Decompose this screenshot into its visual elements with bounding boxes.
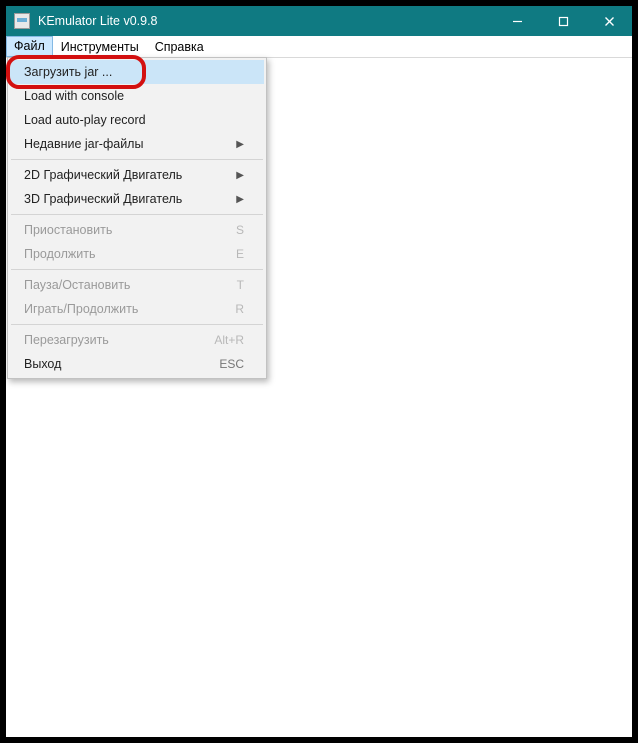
menu-reload: Перезагрузить Alt+R [10,328,264,352]
minimize-button[interactable] [494,6,540,36]
menu-recent-jars[interactable]: Недавние jar-файлы ▶ [10,132,264,156]
window-buttons [494,6,632,36]
menu-exit[interactable]: Выход ESC [10,352,264,376]
menu-shortcut: T [237,278,244,292]
file-dropdown: Загрузить jar ... Load with console Load… [7,57,267,379]
chevron-right-icon: ▶ [236,139,244,150]
app-window: KEmulator Lite v0.9.8 Файл Инструменты С… [0,0,638,743]
menu-shortcut: Alt+R [214,333,244,347]
menu-item-label: 2D Графический Двигатель [24,168,182,182]
window-title: KEmulator Lite v0.9.8 [38,14,494,28]
menu-separator [11,324,263,325]
menu-item-label: Играть/Продолжить [24,302,138,316]
menu-item-label: Пауза/Остановить [24,278,130,292]
chevron-right-icon: ▶ [236,170,244,181]
menu-engine-2d[interactable]: 2D Графический Двигатель ▶ [10,163,264,187]
chevron-right-icon: ▶ [236,194,244,205]
menu-separator [11,214,263,215]
menu-engine-3d[interactable]: 3D Графический Двигатель ▶ [10,187,264,211]
menu-shortcut: ESC [219,357,244,371]
menu-item-label: Выход [24,357,61,371]
menu-shortcut: E [236,247,244,261]
menu-item-label: Недавние jar-файлы [24,137,143,151]
menu-item-label: Приостановить [24,223,112,237]
menu-separator [11,159,263,160]
menu-load-with-console[interactable]: Load with console [10,84,264,108]
menu-load-jar[interactable]: Загрузить jar ... [10,60,264,84]
menu-item-label: 3D Графический Двигатель [24,192,182,206]
menu-play-resume: Играть/Продолжить R [10,297,264,321]
content-area: OpenGL ES(JSR239) Загрузить jar ... Load… [6,58,632,737]
menu-file[interactable]: Файл [6,36,53,57]
menu-item-label: Load auto-play record [24,113,146,127]
titlebar: KEmulator Lite v0.9.8 [6,6,632,36]
menu-item-label: Перезагрузить [24,333,109,347]
menu-suspend: Приостановить S [10,218,264,242]
menu-item-label: Продолжить [24,247,95,261]
menu-item-label: Загрузить jar ... [24,65,112,79]
menu-shortcut: R [235,302,244,316]
menu-load-autoplay[interactable]: Load auto-play record [10,108,264,132]
menu-tools[interactable]: Инструменты [53,36,147,57]
menu-item-label: Load with console [24,89,124,103]
menu-resume: Продолжить E [10,242,264,266]
menu-pause-stop: Пауза/Остановить T [10,273,264,297]
close-button[interactable] [586,6,632,36]
menubar: Файл Инструменты Справка [6,36,632,58]
menu-shortcut: S [236,223,244,237]
menu-separator [11,269,263,270]
app-icon [14,13,30,29]
menu-help[interactable]: Справка [147,36,212,57]
maximize-button[interactable] [540,6,586,36]
